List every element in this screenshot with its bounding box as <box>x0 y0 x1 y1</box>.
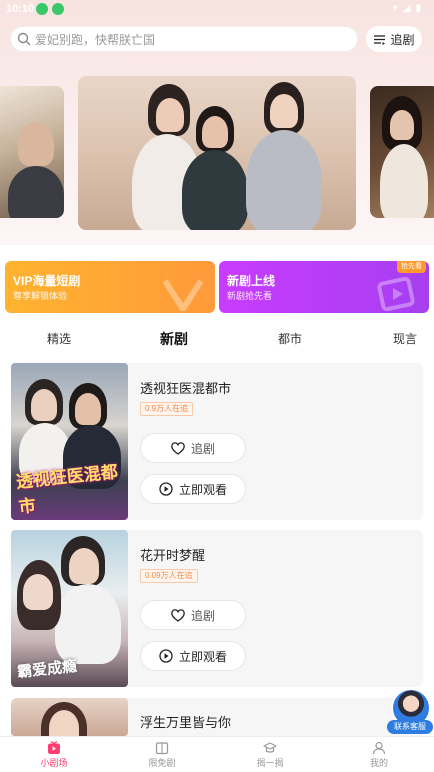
new-drama-promo-title: 新剧上线 <box>227 274 276 288</box>
banner-slide-previous[interactable] <box>0 86 64 218</box>
drama-card[interactable]: 透视狂医混都市 透视狂医混都市 0.9万人在追 追剧 立即观看 <box>11 363 423 520</box>
tab-featured[interactable]: 精选 <box>47 330 71 347</box>
vip-promo-subtitle: 尊享解锁体验 <box>13 291 68 301</box>
nav-theater[interactable]: 小剧场 <box>24 741 84 769</box>
list-icon <box>374 34 386 45</box>
watching-count-tag: 0.09万人在追 <box>140 569 198 583</box>
category-tabs: 精选 新剧 都市 现言 <box>0 330 434 352</box>
watch-now-button[interactable]: 立即观看 <box>140 641 246 671</box>
watching-count-tag: 0.9万人在追 <box>140 402 194 416</box>
vip-promo-title: VIP海量短剧 <box>13 274 81 288</box>
poster-figure <box>23 574 53 610</box>
notification-icon <box>36 3 48 15</box>
status-icons: ▾◢▮ <box>392 3 426 14</box>
banner-figure <box>18 122 54 166</box>
watch-now-button[interactable]: 立即观看 <box>140 474 246 504</box>
nav-profile[interactable]: 我的 <box>349 741 409 769</box>
drama-card[interactable]: 霸爱成瘾 花开时梦醒 0.09万人在追 追剧 立即观看 <box>11 530 423 687</box>
follow-list-label: 追剧 <box>390 32 415 47</box>
play-icon <box>159 649 173 663</box>
vip-badge-icon <box>163 279 203 311</box>
banner-figure <box>246 130 322 230</box>
play-icon <box>159 482 173 496</box>
banner-figure <box>156 98 184 132</box>
watch-now-label: 立即观看 <box>178 482 227 497</box>
status-bar: 10:10 ▾◢▮ <box>0 0 434 20</box>
banner-slide-next[interactable] <box>370 86 434 218</box>
discover-icon <box>263 742 277 753</box>
nav-free-drama-label: 限免剧 <box>148 758 176 768</box>
banner-figure <box>390 110 414 140</box>
theater-icon <box>48 741 60 754</box>
vip-promo-card[interactable]: VIP海量短剧 尊享解锁体验 <box>5 261 215 313</box>
follow-list-button[interactable]: 追剧 <box>366 26 422 52</box>
banner-slide-main[interactable] <box>78 76 356 230</box>
poster-figure <box>69 548 99 584</box>
poster-figure <box>55 584 121 664</box>
drama-title[interactable]: 花开时梦醒 <box>140 545 205 564</box>
customer-service-button[interactable]: 联系客服 <box>387 688 434 736</box>
customer-service-label: 联系客服 <box>387 720 433 734</box>
banner-figure <box>8 166 64 218</box>
nav-profile-label: 我的 <box>369 758 388 768</box>
drama-poster[interactable] <box>11 698 128 736</box>
search-icon <box>17 32 31 46</box>
nav-discover[interactable]: 揭一揭 <box>240 741 300 769</box>
early-access-badge: 抢先看 <box>397 261 426 273</box>
banner-figure <box>182 150 248 230</box>
poster-figure <box>75 393 101 425</box>
bottom-navigation: 小剧场 限免剧 揭一揭 我的 <box>0 736 434 772</box>
play-deco-icon <box>377 277 415 311</box>
drama-poster[interactable]: 透视狂医混都市 <box>11 363 128 520</box>
nav-discover-label: 揭一揭 <box>256 758 284 768</box>
nav-free-drama[interactable]: 限免剧 <box>132 741 192 769</box>
heart-icon <box>171 608 185 622</box>
follow-drama-button[interactable]: 追剧 <box>140 433 246 463</box>
tab-urban[interactable]: 都市 <box>278 330 302 347</box>
free-drama-icon <box>155 742 169 755</box>
drama-title[interactable]: 透视狂医混都市 <box>140 378 231 397</box>
drama-poster[interactable]: 霸爱成瘾 <box>11 530 128 687</box>
search-input[interactable]: 爱妃别跑，快帮朕亡国 <box>10 26 358 52</box>
tab-new-drama[interactable]: 新剧 <box>160 329 188 349</box>
poster-title: 霸爱成瘾 <box>16 657 78 682</box>
banner-figure <box>380 144 428 218</box>
follow-drama-label: 追剧 <box>190 441 215 456</box>
heart-icon <box>171 441 185 455</box>
nav-theater-label: 小剧场 <box>40 758 68 768</box>
search-placeholder: 爱妃别跑，快帮朕亡国 <box>35 32 156 47</box>
new-drama-promo-subtitle: 新剧抢先看 <box>227 291 273 301</box>
follow-drama-button[interactable]: 追剧 <box>140 600 246 630</box>
tab-modern-romance[interactable]: 现言 <box>393 330 417 347</box>
status-time: 10:10 <box>6 3 35 15</box>
user-icon <box>372 741 386 755</box>
poster-figure <box>31 389 57 421</box>
poster-title: 透视狂医混都市 <box>15 462 119 517</box>
banner-figure <box>202 116 228 148</box>
drama-card[interactable]: 浮生万里皆与你 <box>11 698 423 736</box>
follow-drama-label: 追剧 <box>190 608 215 623</box>
banner-figure <box>270 94 298 128</box>
watch-now-label: 立即观看 <box>178 649 227 664</box>
drama-title[interactable]: 浮生万里皆与你 <box>140 712 231 731</box>
new-drama-promo-card[interactable]: 抢先看 新剧上线 新剧抢先看 <box>219 261 429 313</box>
notification-icon <box>52 3 64 15</box>
